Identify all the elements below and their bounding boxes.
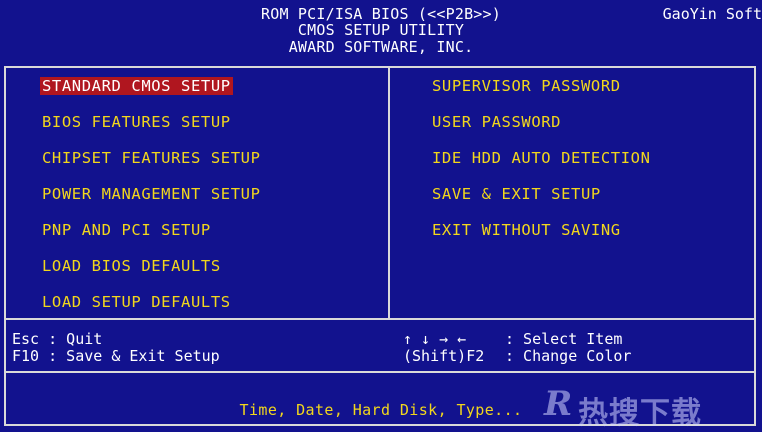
- menu-item-user-password[interactable]: USER PASSWORD: [430, 113, 563, 131]
- site-watermark: R 热搜下载: [544, 384, 744, 431]
- menu-item-load-bios-defaults[interactable]: LOAD BIOS DEFAULTS: [40, 257, 223, 275]
- bios-header: ROM PCI/ISA BIOS (<<P2B>>) CMOS SETUP UT…: [0, 0, 762, 64]
- menu-item-bios-features-setup[interactable]: BIOS FEATURES SETUP: [40, 113, 233, 131]
- menu-item-load-setup-defaults[interactable]: LOAD SETUP DEFAULTS: [40, 293, 233, 311]
- menu-item-pnp-and-pci-setup[interactable]: PNP AND PCI SETUP: [40, 221, 213, 239]
- brand-label: GaoYin Soft: [662, 5, 762, 23]
- menu-item-save-and-exit-setup[interactable]: SAVE & EXIT SETUP: [430, 185, 603, 203]
- divider-columns: [388, 66, 390, 319]
- menu-item-chipset-features-setup[interactable]: CHIPSET FEATURES SETUP: [40, 149, 263, 167]
- bios-title-line2: CMOS SETUP UTILITY: [297, 21, 465, 39]
- divider-help-description: [4, 371, 756, 373]
- bios-title-line3: AWARD SOFTWARE, INC.: [288, 38, 474, 56]
- divider-menu-help: [4, 318, 756, 320]
- menu-item-power-management-setup[interactable]: POWER MANAGEMENT SETUP: [40, 185, 263, 203]
- watermark-text: 热搜下载: [578, 396, 702, 431]
- help-select-item: : Select Item: [505, 330, 623, 348]
- help-change-color: : Change Color: [505, 347, 632, 365]
- menu-item-exit-without-saving[interactable]: EXIT WITHOUT SAVING: [430, 221, 623, 239]
- help-shift-f2: (Shift)F2: [403, 347, 485, 365]
- arrow-keys-icon: ↑ ↓ → ←: [403, 330, 467, 348]
- menu-item-standard-cmos-setup[interactable]: STANDARD CMOS SETUP: [40, 77, 233, 95]
- bios-title-line1: ROM PCI/ISA BIOS (<<P2B>>): [261, 5, 501, 23]
- help-esc-quit: Esc : Quit: [12, 330, 103, 348]
- bios-screen: ROM PCI/ISA BIOS (<<P2B>>) CMOS SETUP UT…: [0, 0, 762, 431]
- menu-item-ide-hdd-auto-detection[interactable]: IDE HDD AUTO DETECTION: [430, 149, 653, 167]
- help-f10-save-exit: F10 : Save & Exit Setup: [12, 347, 220, 365]
- menu-item-supervisor-password[interactable]: SUPERVISOR PASSWORD: [430, 77, 623, 95]
- watermark-logo-letter: R: [544, 384, 573, 424]
